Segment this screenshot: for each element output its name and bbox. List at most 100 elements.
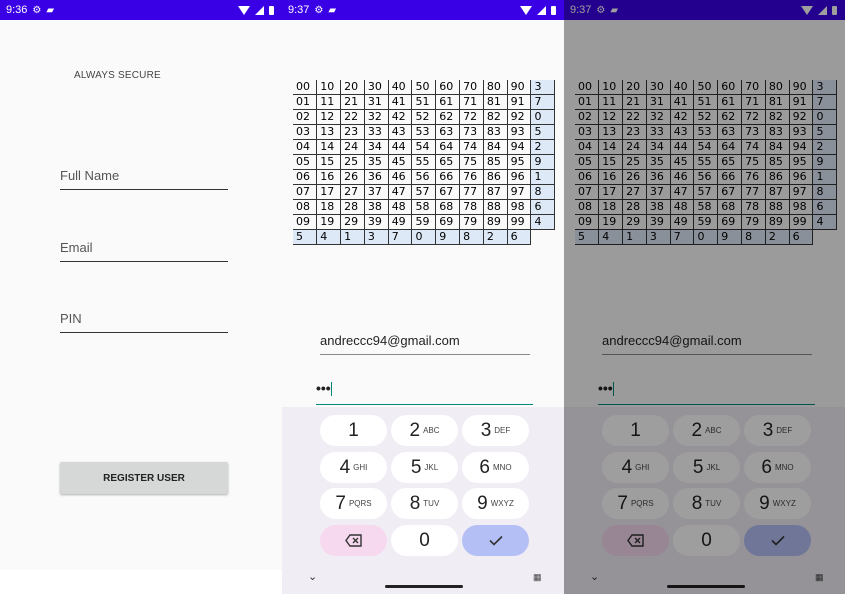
key-2[interactable]: 2 ABC <box>391 415 458 446</box>
grid-cell: 45 <box>670 154 695 171</box>
grid-cell: 67 <box>435 184 461 201</box>
key-digit: 8 <box>409 492 421 514</box>
grid-cell: 18 <box>598 199 624 216</box>
pin-input[interactable]: ••• <box>598 380 815 405</box>
grid-cell: 10 <box>316 80 342 96</box>
key-6[interactable]: 6 MNO <box>744 452 811 483</box>
settings-icon: ⚙ <box>596 4 606 16</box>
key-digit: 5 <box>692 456 704 478</box>
battery-icon <box>269 5 274 15</box>
key-8[interactable]: 8 TUV <box>391 488 458 519</box>
grid-cell: 96 <box>507 169 532 186</box>
grid-cell: 43 <box>670 124 695 141</box>
done-key[interactable] <box>462 525 529 556</box>
done-key[interactable] <box>744 525 811 556</box>
grid-cell: 33 <box>646 124 671 141</box>
chevron-down-icon[interactable]: ⌄ <box>308 570 317 583</box>
key-9[interactable]: 9 WXYZ <box>744 488 811 519</box>
key-8[interactable]: 8 TUV <box>673 488 740 519</box>
key-6[interactable]: 6 MNO <box>462 452 529 483</box>
grid-cell: 83 <box>483 124 508 141</box>
grid-cell: 51 <box>693 94 719 111</box>
grid-key-cell: 4 <box>598 229 624 246</box>
key-5[interactable]: 5 JKL <box>673 452 740 483</box>
delete-key[interactable] <box>320 525 387 556</box>
key-digit: 8 <box>691 492 703 514</box>
grid-cell: 04 <box>293 139 318 156</box>
key-digit: 2 <box>691 419 703 441</box>
grid-key-cell: 0 <box>530 109 556 126</box>
key-digit: 1 <box>348 419 359 441</box>
keyboard-icon[interactable]: ▦ <box>533 572 541 583</box>
grid-cell: 77 <box>459 184 484 201</box>
grid-cell: 89 <box>765 214 790 231</box>
pin-field[interactable]: PIN <box>60 311 228 333</box>
grid-row: 06 16 26 36 46 56 66 76 86 96 1 <box>575 169 838 186</box>
key-3[interactable]: 3 DEF <box>744 415 811 446</box>
grid-cell: 61 <box>435 94 461 111</box>
grid-cell: 48 <box>388 199 413 216</box>
grid-cell: 30 <box>646 80 671 96</box>
grid-cell: 80 <box>765 80 790 96</box>
grid-cell: 94 <box>789 139 814 156</box>
grid-cell: 62 <box>717 109 743 126</box>
key-0[interactable]: 0 <box>391 525 458 556</box>
grid-key-cell: 2 <box>812 139 838 156</box>
grid-cell: 69 <box>717 214 743 231</box>
grid-cell: 56 <box>411 169 437 186</box>
email-input[interactable]: andreccc94@gmail.com <box>602 333 812 355</box>
grid-cell: 97 <box>507 184 532 201</box>
grid-cell: 68 <box>435 199 461 216</box>
key-0[interactable]: 0 <box>673 525 740 556</box>
grid-cell: 74 <box>741 139 766 156</box>
key-1[interactable]: 1 <box>602 415 669 446</box>
navigation-area <box>0 570 282 594</box>
pin-input[interactable]: ••• <box>316 380 533 405</box>
register-user-button[interactable]: REGISTER USER <box>60 462 228 494</box>
key-letters: WXYZ <box>772 499 796 508</box>
gesture-handle[interactable] <box>667 585 745 588</box>
grid-cell: 03 <box>293 124 318 141</box>
email-input[interactable]: andreccc94@gmail.com <box>320 333 530 355</box>
grid-key-cell: 5 <box>575 229 600 246</box>
grid-cell: 73 <box>741 124 766 141</box>
grid-cell: 22 <box>622 109 647 126</box>
status-time: 9:36 <box>6 4 28 16</box>
grid-cell: 86 <box>765 169 790 186</box>
delete-key[interactable] <box>602 525 669 556</box>
key-1[interactable]: 1 <box>320 415 387 446</box>
key-5[interactable]: 5 JKL <box>391 452 458 483</box>
email-field[interactable]: Email <box>60 240 228 262</box>
grid-key-cell: 4 <box>316 229 342 246</box>
key-9[interactable]: 9 WXYZ <box>462 488 529 519</box>
full-name-field[interactable]: Full Name <box>60 168 228 190</box>
key-2[interactable]: 2 ABC <box>673 415 740 446</box>
grid-row: 03 13 23 33 43 53 63 73 83 93 5 <box>293 124 556 141</box>
grid-key-cell: 1 <box>530 169 556 186</box>
grid-row: 04 14 24 34 44 54 64 74 84 94 2 <box>575 139 838 156</box>
wifi-icon <box>238 5 250 15</box>
status-bar: 9:37 ⚙ ▰ <box>282 0 564 20</box>
key-7[interactable]: 7 PQRS <box>602 488 669 519</box>
check-icon <box>770 535 785 546</box>
key-3[interactable]: 3 DEF <box>462 415 529 446</box>
grid-cell: 49 <box>670 214 695 231</box>
key-4[interactable]: 4 GHI <box>602 452 669 483</box>
key-7[interactable]: 7 PQRS <box>320 488 387 519</box>
grid-cell: 80 <box>483 80 508 96</box>
grid-row: 02 12 22 32 42 52 62 72 82 92 0 <box>293 109 556 126</box>
grid-cell: 64 <box>717 139 743 156</box>
keyboard-icon[interactable]: ▦ <box>815 572 823 583</box>
key-letters: TUV <box>705 499 722 508</box>
grid-cell: 31 <box>646 94 671 111</box>
key-4[interactable]: 4 GHI <box>320 452 387 483</box>
grid-cell: 36 <box>364 169 389 186</box>
grid-cell: 99 <box>789 214 814 231</box>
gesture-handle[interactable] <box>385 585 463 588</box>
key-digit: 2 <box>409 419 421 441</box>
grid-cell: 85 <box>483 154 508 171</box>
grid-cell: 91 <box>507 94 532 111</box>
key-digit: 1 <box>630 419 641 441</box>
grid-cell: 95 <box>507 154 532 171</box>
chevron-down-icon[interactable]: ⌄ <box>590 570 599 583</box>
